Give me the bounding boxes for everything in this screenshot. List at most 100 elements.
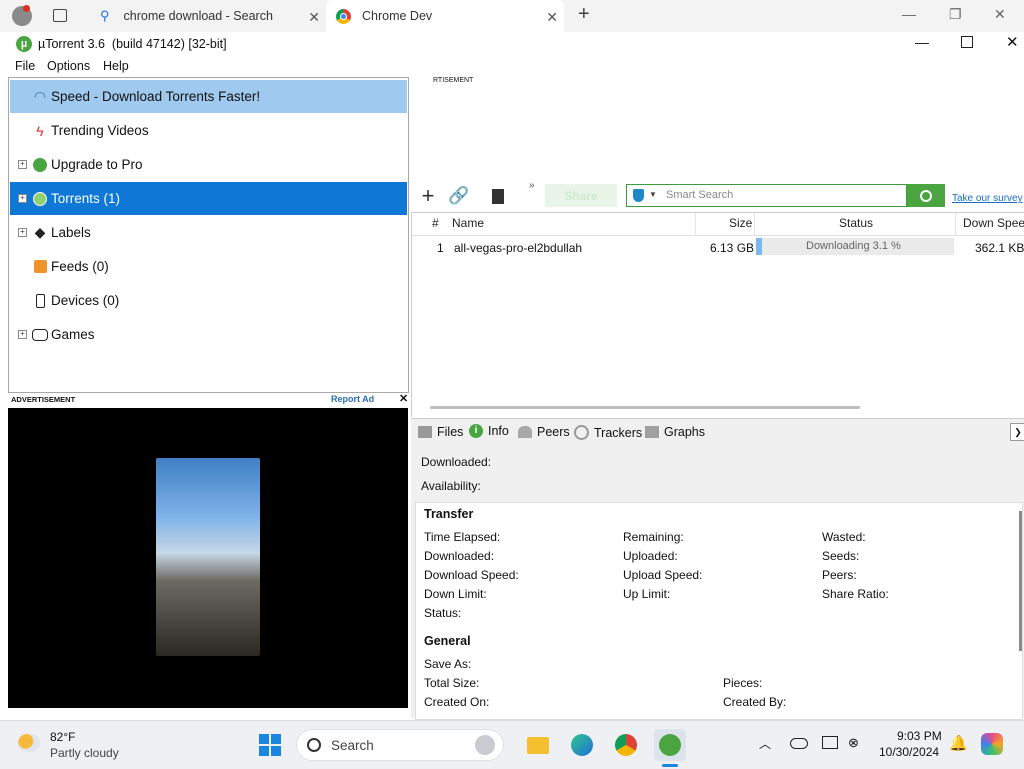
horizontal-scrollbar[interactable] (430, 406, 860, 409)
search-highlight-icon (475, 735, 495, 755)
availability-label: Availability: (421, 479, 481, 493)
downloaded-label: Downloaded: (424, 549, 495, 563)
maximize-icon[interactable] (961, 36, 973, 48)
progress-fill (756, 238, 762, 255)
windows-icon (259, 734, 281, 756)
torrents-icon (32, 191, 48, 207)
sidebar-item-feeds[interactable]: Feeds (0) (10, 250, 407, 283)
sidebar-item-speed[interactable]: ◠ Speed - Download Torrents Faster! (10, 80, 407, 113)
vertical-scrollbar[interactable] (1019, 511, 1022, 651)
phone-icon (32, 293, 48, 309)
lightning-icon: ϟ (36, 122, 44, 139)
notification-bell-icon[interactable]: 🔔 (949, 734, 968, 752)
create-torrent-icon[interactable] (487, 185, 509, 207)
chrome-dev-icon[interactable] (610, 729, 642, 761)
tab-chrome-dev[interactable]: Chrome Dev ✕ (326, 0, 564, 32)
tab-files[interactable]: Files (418, 425, 463, 439)
sidebar-item-upgrade-pro[interactable]: + Upgrade to Pro (10, 148, 407, 181)
save-as-label: Save As: (424, 657, 472, 671)
row-status: Downloading 3.1 % (806, 240, 901, 252)
menu-file[interactable]: File (15, 59, 35, 73)
clock-date[interactable]: 10/30/2024 (879, 745, 939, 759)
wasted-label: Wasted: (822, 530, 866, 544)
row-name: all-vegas-pro-el2bdullah (454, 241, 583, 255)
sidebar-item-games[interactable]: + Games (10, 318, 407, 351)
copilot-icon[interactable] (981, 733, 1003, 755)
row-size: 6.13 GB (710, 241, 755, 255)
menu-help[interactable]: Help (103, 59, 129, 73)
ad-label: ADVERTISEMENT (11, 395, 76, 404)
table-row[interactable]: 1 all-vegas-pro-el2bdullah 6.13 GB Downl… (412, 213, 1024, 263)
time-elapsed-label: Time Elapsed: (424, 530, 501, 544)
tab-label: Chrome Dev (362, 9, 433, 23)
close-window-icon[interactable]: ✕ (994, 6, 1006, 23)
search-icon (307, 738, 321, 752)
expand-icon[interactable]: + (18, 330, 27, 339)
close-tab-icon[interactable]: ✕ (308, 9, 320, 26)
weather-temp: 82°F (50, 730, 76, 744)
onedrive-icon[interactable] (790, 738, 808, 749)
report-ad-link[interactable]: Report Ad (331, 394, 374, 404)
info-panel: Downloaded: Availability: Transfer Time … (411, 446, 1024, 720)
tab-info[interactable]: i Info (469, 424, 509, 438)
menu-bar: File Options Help (0, 58, 1024, 76)
profile-icon[interactable] (12, 5, 32, 26)
close-ad-icon[interactable]: ✕ (399, 392, 408, 405)
uploaded-label: Uploaded: (623, 549, 678, 563)
weather-icon (18, 734, 40, 752)
close-app-icon[interactable]: ✕ (1006, 33, 1019, 51)
clock-time[interactable]: 9:03 PM (897, 729, 942, 743)
graphs-icon (645, 426, 659, 438)
top-ad: RTISEMENT (410, 76, 1024, 180)
ad-header: ADVERTISEMENT Report Ad ✕ (8, 393, 409, 407)
expand-icon[interactable]: + (18, 194, 27, 203)
expand-icon[interactable]: + (18, 228, 27, 237)
close-tab-icon[interactable]: ✕ (546, 9, 558, 26)
tab-actions-icon[interactable] (53, 9, 67, 22)
transfer-title: Transfer (424, 507, 474, 521)
network-icon[interactable]: ⊗ (848, 735, 859, 751)
more-icon[interactable]: » (529, 180, 535, 191)
sidebar-item-torrents[interactable]: + Torrents (1) (10, 182, 407, 215)
edge-icon[interactable] (566, 729, 598, 761)
restore-icon[interactable]: ❐ (949, 6, 962, 23)
minimize-icon[interactable]: — (915, 34, 929, 50)
tab-chrome-download-search[interactable]: ⚲ chrome download - Search ✕ (90, 0, 326, 32)
tab-peers[interactable]: Peers (518, 425, 570, 439)
toolbar: + 🔗 » Share ▼ Smart Search Take our surv… (410, 180, 1024, 212)
tab-trackers[interactable]: Trackers (574, 425, 642, 440)
search-icon (920, 189, 932, 202)
torrent-list: # Name Size Status Down Speed 1 all-vega… (411, 212, 1024, 417)
general-title: General (424, 634, 471, 648)
new-tab-button[interactable]: + (578, 3, 590, 26)
app-title: µTorrent 3.6 (build 47142) [32-bit] (38, 37, 227, 51)
ad-video[interactable] (8, 408, 408, 708)
chevron-down-icon[interactable]: ❯ (1010, 423, 1024, 441)
taskbar-search[interactable]: Search (296, 729, 504, 761)
search-placeholder: Smart Search (666, 189, 734, 201)
add-link-icon[interactable]: 🔗 (448, 185, 470, 207)
minimize-icon[interactable]: — (902, 6, 916, 22)
menu-options[interactable]: Options (47, 59, 90, 73)
sidebar-item-devices[interactable]: Devices (0) (10, 284, 407, 317)
search-button[interactable] (907, 184, 945, 207)
expand-icon[interactable]: + (18, 160, 27, 169)
utorrent-taskbar-icon[interactable] (654, 729, 686, 761)
tab-graphs[interactable]: Graphs (645, 425, 705, 439)
browser-tab-strip: ⚲ chrome download - Search ✕ Chrome Dev … (0, 0, 1024, 32)
survey-link[interactable]: Take our survey (952, 193, 1023, 204)
add-torrent-icon[interactable]: + (417, 183, 439, 208)
chevron-down-icon[interactable]: ▼ (649, 190, 657, 199)
sidebar-item-labels[interactable]: + ◆ Labels (10, 216, 407, 249)
weather-widget[interactable]: 82°F Partly cloudy (14, 729, 134, 761)
smart-search-input[interactable]: ▼ Smart Search (626, 184, 907, 207)
display-icon[interactable] (822, 736, 838, 749)
sidebar-item-trending-videos[interactable]: ϟ Trending Videos (10, 114, 407, 147)
chevron-up-icon[interactable]: ︿ (759, 735, 771, 752)
row-number: 1 (437, 241, 444, 255)
start-button[interactable] (254, 729, 286, 761)
shield-icon (633, 189, 644, 202)
share-button[interactable]: Share (545, 184, 617, 207)
total-size-label: Total Size: (424, 676, 480, 690)
file-explorer-icon[interactable] (522, 729, 554, 761)
